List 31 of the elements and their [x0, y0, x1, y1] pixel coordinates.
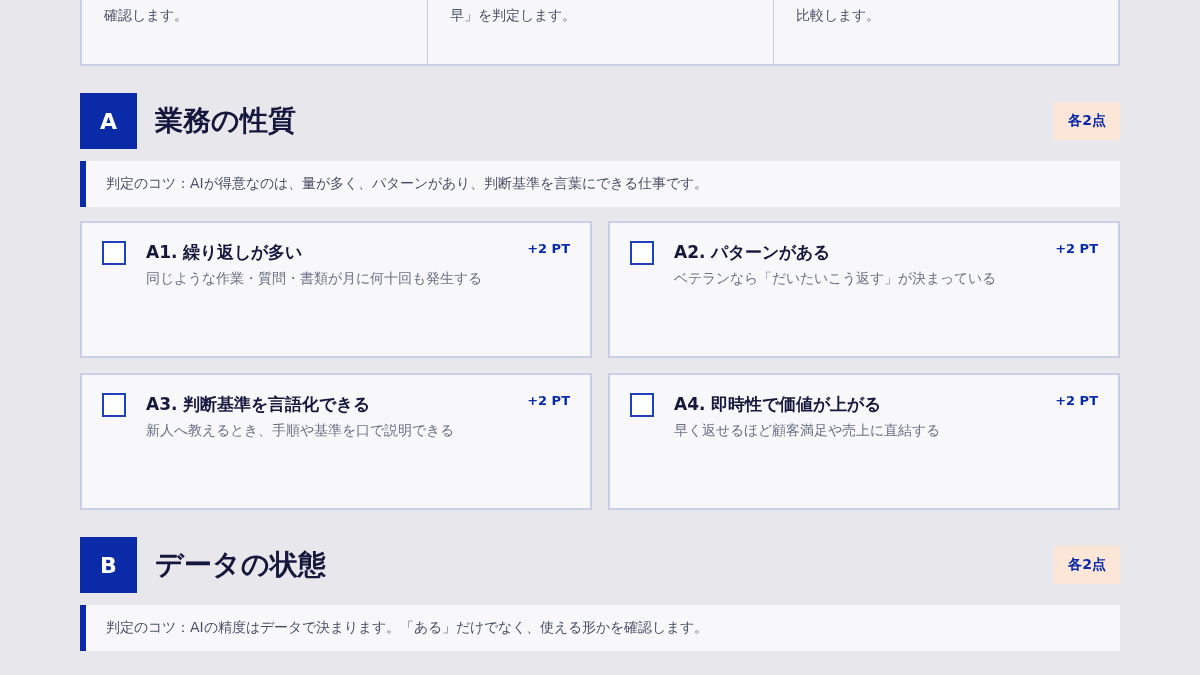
points-label: +2 PT: [527, 241, 570, 258]
points-label: +2 PT: [1055, 393, 1098, 410]
item-description: ベテランなら「だいたいこう返す」が決まっている: [674, 270, 997, 288]
checkbox[interactable]: [630, 393, 654, 417]
points-badge: 各2点: [1054, 546, 1120, 584]
item-description: 同じような作業・質問・書類が月に何十回も発生する: [146, 270, 483, 288]
item-description: 新人へ教えるとき、手順や基準を口で説明できる: [146, 422, 455, 440]
card-text: 比較します。: [795, 7, 880, 23]
item-title: A2. パターンがある: [674, 241, 831, 264]
tip-text: 判定のコツ：AIの精度はデータで決まります。「ある」だけでなく、使える形かを確認します。: [80, 605, 1120, 651]
card-text: 確認します。: [104, 7, 188, 23]
item-description: 早く返せるほど顧客満足や売上に直結する: [674, 422, 941, 440]
section-title: 業務の性質: [155, 103, 297, 139]
checklist-card[interactable]: A3. 判断基準を言語化できる +2 PT 新人へ教えるとき、手順や基準を口で説明できる: [80, 373, 592, 510]
checklist-card[interactable]: A4. 即時性で価値が上がる +2 PT 早く返せるほど顧客満足や売上に直結する: [608, 373, 1120, 510]
checkbox[interactable]: [102, 241, 126, 265]
section-title: データの状態: [155, 547, 327, 583]
card-text: 早」を判定します。: [450, 7, 577, 23]
points-label: +2 PT: [1055, 241, 1098, 258]
checkbox[interactable]: [102, 393, 126, 417]
checkbox[interactable]: [630, 241, 654, 265]
item-title: A4. 即時性で価値が上がる: [674, 393, 882, 416]
points-label: +2 PT: [527, 393, 570, 410]
points-badge: 各2点: [1054, 102, 1120, 140]
tip-text: 判定のコツ：AIが得意なのは、量が多く、パターンがあり、判断基準を言葉にできる仕事です。: [80, 161, 1120, 207]
section-letter: B: [80, 537, 137, 593]
checklist-card[interactable]: A2. パターンがある +2 PT ベテランなら「だいたいこう返す」が決まっている: [608, 221, 1120, 358]
item-title: A3. 判断基準を言語化できる: [146, 393, 371, 416]
item-title: A1. 繰り返しが多い: [146, 241, 303, 264]
section-letter: A: [80, 93, 137, 149]
checklist-card[interactable]: A1. 繰り返しが多い +2 PT 同じような作業・質問・書類が月に何十回も発生する: [80, 221, 592, 358]
